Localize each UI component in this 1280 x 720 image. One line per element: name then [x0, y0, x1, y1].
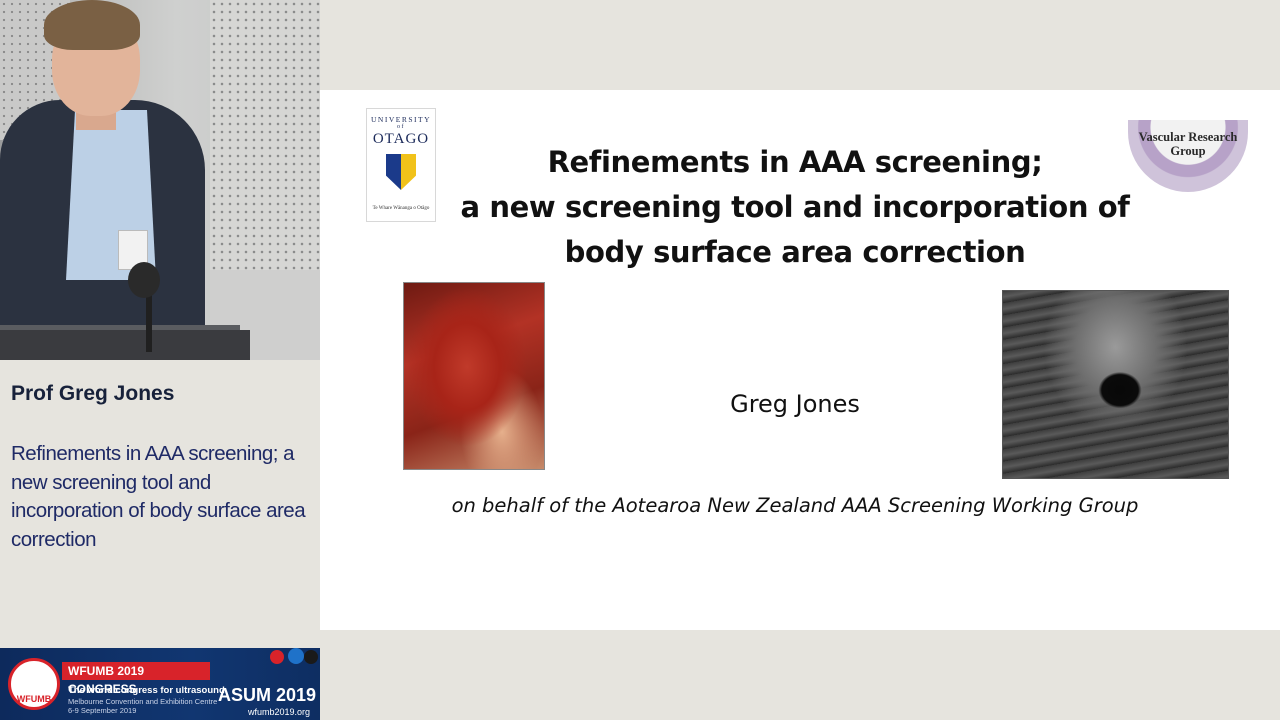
video-background-panel [210, 0, 320, 270]
surgical-photo [403, 282, 545, 470]
speaker-name: Prof Greg Jones [11, 382, 175, 405]
congress-label: WFUMB 2019 CONGRESS [62, 662, 210, 696]
microphone-stand [146, 292, 152, 352]
red-dot-icon [270, 650, 284, 664]
microphone-icon [128, 262, 160, 298]
ultrasound-image [1002, 290, 1229, 479]
congress-venue: Melbourne Convention and Exhibition Cent… [68, 697, 228, 715]
otago-crest-icon [386, 154, 416, 190]
asum-logo: ASUM 2019 [218, 685, 317, 705]
presentation-slide: UNIVERSITY of OTAGO Te Whare Wānanga o O… [320, 90, 1280, 630]
blue-dot-icon [288, 648, 304, 664]
otago-logo-name: OTAGO [372, 131, 430, 147]
congress-tagline: The world congress for ultrasound [68, 685, 225, 696]
otago-university-logo: UNIVERSITY of OTAGO Te Whare Wānanga o O… [366, 108, 436, 222]
presenter-name: Greg Jones [730, 390, 860, 418]
otago-logo-university: UNIVERSITY [371, 115, 431, 124]
congress-website: wfumb2019.org [248, 707, 311, 717]
slide-title-line-1: Refinements in AAA screening; [547, 145, 1043, 179]
venue-line: Melbourne Convention and Exhibition Cent… [68, 697, 218, 706]
slide-title: Refinements in AAA screening; a new scre… [430, 140, 1160, 275]
otago-logo-motto: Te Whare Wānanga o Otāgo [372, 206, 430, 211]
talk-title: Refinements in AAA screening; a new scre… [11, 442, 306, 551]
affiliation-text: on behalf of the Aotearoa New Zealand AA… [451, 494, 1139, 517]
speaker-video [0, 0, 320, 360]
black-dot-icon [304, 650, 318, 664]
slide-title-line-3: body surface area correction [564, 235, 1026, 269]
speaker-hair [44, 0, 140, 50]
podium [0, 330, 250, 360]
venue-dates: 6-9 September 2019 [68, 706, 137, 715]
wfumb-logo-text: WFUMB [16, 694, 52, 704]
slide-title-line-2: a new screening tool and incorporation o… [460, 190, 1130, 224]
decorative-dots-icon [270, 648, 320, 676]
congress-banner: WFUMB WFUMB 2019 CONGRESS The world cong… [0, 648, 320, 720]
otago-logo-of: of [397, 124, 405, 130]
